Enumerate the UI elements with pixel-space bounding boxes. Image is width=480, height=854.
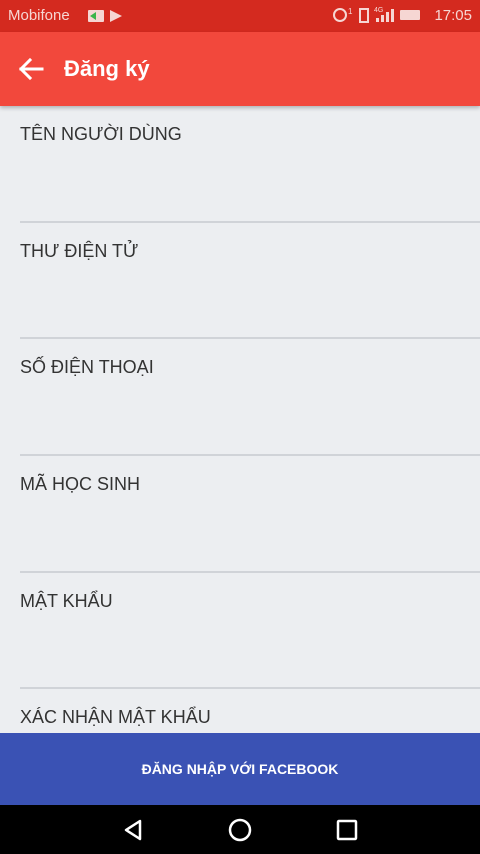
status-bar: Mobifone 1 4G 17:05 (0, 0, 480, 32)
student-id-field: MÃ HỌC SINH (0, 456, 480, 573)
sync-icon (333, 8, 347, 22)
recents-square-icon[interactable] (334, 817, 360, 843)
battery-icon (400, 10, 420, 20)
password-input[interactable] (20, 616, 480, 683)
page-title: Đăng ký (64, 56, 150, 81)
email-label: THƯ ĐIỆN TỬ (20, 240, 139, 261)
password-label: MẬT KHẨU (20, 590, 113, 611)
app-bar: Đăng ký (0, 32, 480, 106)
svg-text:1: 1 (348, 7, 353, 16)
back-triangle-icon[interactable] (120, 817, 146, 843)
password-field: MẬT KHẨU (0, 573, 480, 690)
svg-text:4G: 4G (374, 7, 383, 14)
vibrate-icon (359, 8, 369, 23)
facebook-login-button[interactable]: ĐĂNG NHẬP VỚI FACEBOOK (0, 733, 480, 805)
phone-label: SỐ ĐIỆN THOẠI (20, 357, 154, 378)
email-field: THƯ ĐIỆN TỬ (0, 223, 480, 340)
student-id-label: MÃ HỌC SINH (20, 474, 141, 495)
carrier-name: Mobifone (8, 7, 70, 24)
phone-field: SỐ ĐIỆN THOẠI (0, 339, 480, 457)
phone-input[interactable] (20, 383, 480, 450)
home-circle-icon[interactable] (227, 817, 253, 843)
confirm-password-label: XÁC NHẬN MẬT KHẨU (20, 707, 211, 728)
registration-form: TÊN NGƯỜI DÙNG THƯ ĐIỆN TỬ SỐ ĐIỆN THOẠI… (0, 106, 480, 733)
system-icons: 1 4G (332, 6, 422, 27)
username-field: TÊN NGƯỜI DÙNG (0, 106, 480, 223)
confirm-password-field: XÁC NHẬN MẬT KHẨU (0, 689, 480, 733)
back-arrow-icon[interactable] (18, 57, 44, 81)
navigation-bar (0, 805, 480, 854)
notification-icons (88, 9, 128, 28)
email-input[interactable] (20, 266, 480, 333)
student-id-input[interactable] (20, 500, 480, 567)
username-input[interactable] (20, 150, 480, 216)
username-label: TÊN NGƯỜI DÙNG (20, 124, 182, 144)
clock: 17:05 (434, 7, 472, 24)
play-store-icon (110, 10, 122, 22)
